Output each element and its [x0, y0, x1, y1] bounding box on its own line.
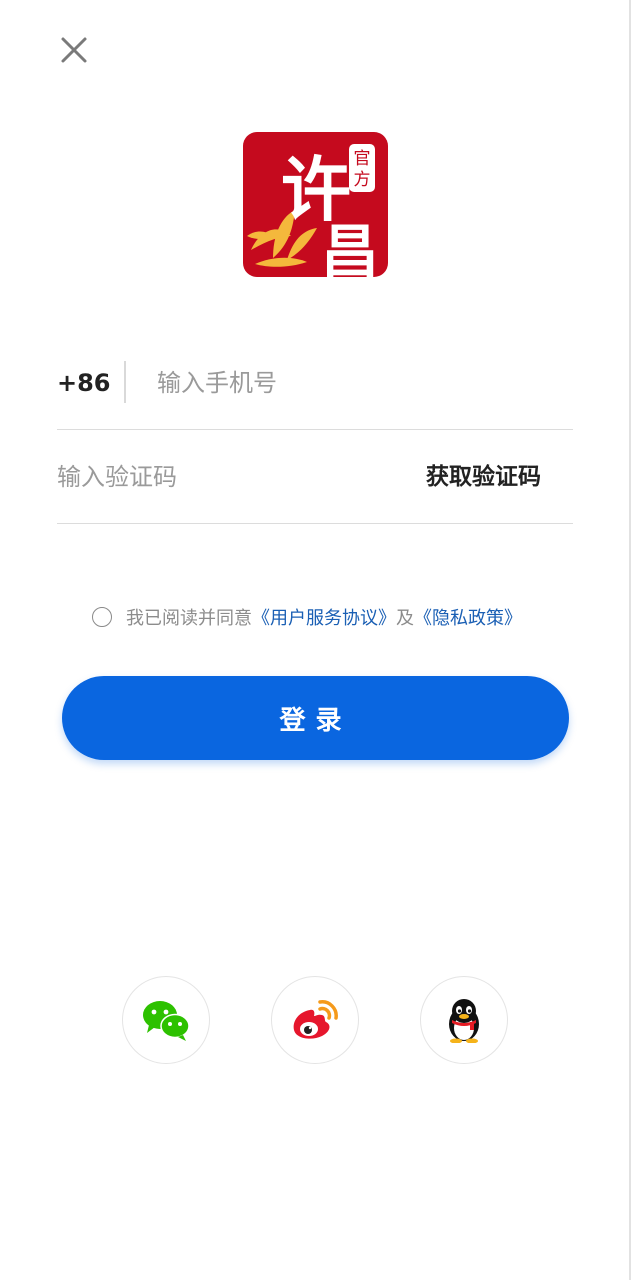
verification-row: 获取验证码 — [57, 430, 573, 524]
logo-char-chang: 昌 — [321, 218, 379, 277]
phone-input[interactable] — [157, 362, 557, 404]
agree-radio[interactable] — [92, 607, 112, 627]
weibo-icon — [293, 1000, 338, 1039]
user-agreement-link[interactable]: 《用户服务协议》 — [252, 604, 396, 630]
agreement-row: 我已阅读并同意 《用户服务协议》 及 《隐私政策》 — [92, 604, 522, 630]
qq-login-button[interactable] — [420, 976, 508, 1064]
app-logo: 许 昌 官 方 — [243, 132, 388, 277]
wechat-login-button[interactable] — [122, 976, 210, 1064]
verification-code-input[interactable] — [57, 456, 387, 498]
close-button[interactable] — [52, 28, 96, 72]
login-button[interactable]: 登录 — [62, 676, 569, 760]
phone-row: +86 — [57, 344, 573, 430]
divider — [124, 361, 126, 403]
qq-icon — [449, 999, 479, 1043]
weibo-login-button[interactable] — [271, 976, 359, 1064]
login-screen: 许 昌 官 方 +86 获取验证码 我已阅读并同意 《用户服务协议》 及 《隐私… — [0, 0, 631, 1280]
agreement-conjunction: 及 — [396, 608, 414, 629]
country-code[interactable]: +86 — [57, 368, 111, 398]
agreement-prefix: 我已阅读并同意 — [126, 608, 252, 629]
close-icon — [61, 37, 87, 63]
privacy-policy-link[interactable]: 《隐私政策》 — [414, 604, 522, 630]
wechat-icon — [143, 1001, 190, 1041]
get-code-button[interactable]: 获取验证码 — [426, 462, 541, 492]
logo-seal-char-1: 官 — [354, 149, 371, 169]
logo-seal-char-2: 方 — [354, 170, 371, 190]
